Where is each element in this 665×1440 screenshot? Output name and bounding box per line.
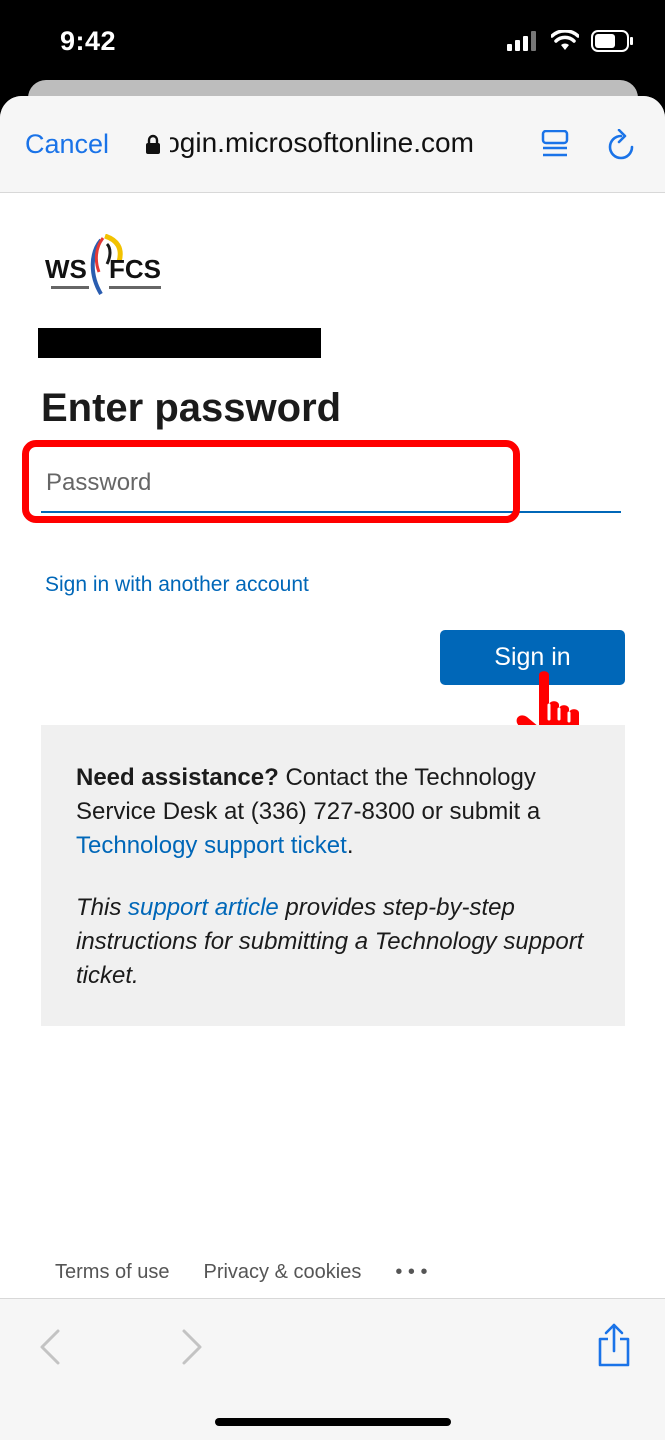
home-indicator [215, 1418, 451, 1426]
browser-toolbar [0, 1298, 665, 1440]
lock-icon [146, 134, 160, 154]
forward-icon[interactable] [180, 1327, 204, 1367]
reload-icon[interactable] [606, 129, 636, 161]
battery-icon [591, 30, 633, 52]
browser-sheet: Cancel login.microsoftonline.com WS FCS … [0, 96, 665, 1440]
status-time: 9:42 [60, 26, 117, 56]
terms-link[interactable]: Terms of use [55, 1261, 169, 1284]
support-article-paragraph: This support article provides step-by-st… [76, 891, 591, 993]
privacy-link[interactable]: Privacy & cookies [203, 1261, 361, 1284]
password-underline [41, 511, 621, 513]
support-article-link[interactable]: support article [128, 894, 279, 921]
assistance-text-end: . [346, 832, 354, 859]
assistance-box: Need assistance? Contact the Technology … [41, 725, 625, 1026]
redacted-username [38, 328, 321, 358]
svg-text:WS: WS [45, 254, 87, 284]
more-options-button[interactable]: • • • [395, 1261, 427, 1284]
footer: Terms of use Privacy & cookies • • • [55, 1261, 427, 1284]
password-input[interactable] [40, 461, 502, 505]
wifi-icon [551, 30, 579, 50]
share-icon[interactable] [596, 1323, 632, 1367]
status-icons [507, 30, 635, 52]
reader-mode-icon[interactable] [541, 130, 569, 158]
svg-text:FCS: FCS [109, 254, 161, 284]
cellular-signal-icon [507, 31, 536, 51]
assistance-paragraph: Need assistance? Contact the Technology … [76, 761, 591, 863]
address-bar[interactable]: login.microsoftonline.com [170, 127, 510, 159]
sign-in-another-account-link[interactable]: Sign in with another account [45, 573, 309, 597]
status-bar: 9:42 [0, 0, 665, 88]
page-title: Enter password [41, 386, 342, 430]
browser-navbar: Cancel login.microsoftonline.com [0, 96, 665, 193]
article-text-start: This [76, 894, 129, 921]
back-icon[interactable] [38, 1327, 62, 1367]
url-text: login.microsoftonline.com [170, 127, 474, 158]
assistance-heading: Need assistance? [76, 764, 279, 791]
cancel-button[interactable]: Cancel [25, 129, 109, 160]
wsfcs-logo: WS FCS [45, 234, 161, 296]
support-ticket-link[interactable]: Technology support ticket [76, 832, 347, 859]
